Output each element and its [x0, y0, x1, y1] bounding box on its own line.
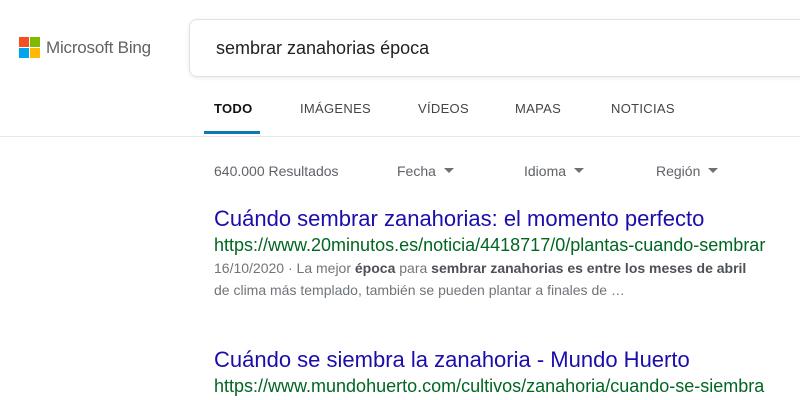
chevron-down-icon [443, 167, 454, 173]
filter-bar: 640.000 Resultados Fecha Idioma Región [0, 163, 800, 183]
chevron-down-icon [574, 167, 585, 173]
filter-region[interactable]: Región [656, 163, 719, 179]
snippet-highlight: sembrar zanahorias es entre los meses de… [431, 260, 747, 276]
tab-news[interactable]: NOTICIAS [611, 101, 675, 116]
result-snippet: 16/10/2020 · La mejor época para sembrar… [214, 257, 800, 279]
logo-square-yellow [30, 48, 40, 58]
filter-region-label: Región [656, 163, 701, 179]
filter-date-label: Fecha [397, 163, 436, 179]
search-result: Cuándo sembrar zanahorias: el momento pe… [214, 205, 800, 301]
snippet-separator: · [284, 260, 297, 276]
filter-language-label: Idioma [524, 163, 567, 179]
tab-images[interactable]: IMÁGENES [300, 101, 371, 116]
bing-logo[interactable]: Microsoft Bing [19, 37, 151, 58]
chevron-down-icon [708, 167, 719, 173]
snippet-text: para [395, 260, 432, 276]
brand-name: Microsoft Bing [46, 37, 151, 57]
result-title-link[interactable]: Cuándo sembrar zanahorias: el momento pe… [214, 205, 800, 233]
bing-results-page: Microsoft Bing sembrar zanahorias época … [0, 0, 800, 400]
results-count: 640.000 Resultados [214, 163, 339, 179]
snippet-highlight: época [354, 260, 396, 276]
logo-square-green [30, 37, 40, 47]
tab-all[interactable]: TODO [214, 101, 253, 116]
result-url[interactable]: https://www.20minutos.es/noticia/4418717… [214, 233, 800, 257]
scope-tabs: TODO IMÁGENES VÍDEOS MAPAS NOTICIAS [0, 90, 800, 137]
tab-maps[interactable]: MAPAS [515, 101, 561, 116]
result-title-link[interactable]: Cuándo se siembra la zanahoria - Mundo H… [214, 346, 800, 374]
search-query-text: sembrar zanahorias época [216, 38, 430, 58]
tab-videos[interactable]: VÍDEOS [418, 101, 469, 116]
logo-square-red [19, 37, 29, 47]
result-snippet-line: de clima más templado, también se pueden… [214, 282, 625, 298]
search-result: Cuándo se siembra la zanahoria - Mundo H… [214, 346, 800, 398]
logo-square-blue [19, 48, 29, 58]
snippet-text: La mejor [296, 260, 355, 276]
active-tab-indicator [204, 131, 260, 134]
result-date: 16/10/2020 [214, 260, 285, 276]
filter-date[interactable]: Fecha [397, 163, 454, 179]
microsoft-logo-icon [19, 37, 40, 58]
filter-language[interactable]: Idioma [524, 163, 585, 179]
result-url[interactable]: https://www.mundohuerto.com/cultivos/zan… [214, 374, 800, 398]
search-input[interactable]: sembrar zanahorias época [189, 19, 800, 77]
